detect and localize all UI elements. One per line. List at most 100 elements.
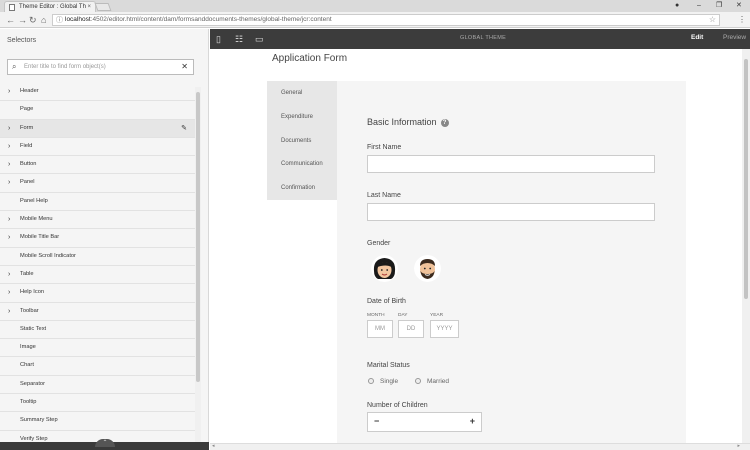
back-icon[interactable]: ←: [6, 14, 15, 26]
selector-item-label: Mobile Title Bar: [20, 234, 60, 241]
selector-item[interactable]: Panel Help: [0, 193, 195, 212]
scrollbar-thumb[interactable]: [744, 59, 748, 299]
form-tab[interactable]: Documents: [267, 129, 337, 153]
chevron-right-icon[interactable]: ›: [8, 229, 10, 246]
tab-close-icon[interactable]: ×: [87, 2, 91, 12]
selector-item[interactable]: › Form ✎: [0, 119, 195, 138]
chevron-right-icon[interactable]: ›: [8, 284, 10, 301]
chevron-right-icon[interactable]: ›: [8, 211, 10, 228]
chevron-right-icon[interactable]: ›: [8, 83, 10, 100]
marital-status-label: Marital Status: [367, 362, 410, 369]
selector-item[interactable]: › Help Icon: [0, 284, 195, 303]
selector-item[interactable]: › Field: [0, 138, 195, 157]
children-label: Number of Children: [367, 402, 428, 409]
scrollbar-thumb[interactable]: [196, 92, 200, 382]
editor-toolbar: ▯ ☷ ▭ GLOBAL THEME Edit Preview: [210, 29, 750, 49]
decrement-button[interactable]: −: [374, 416, 379, 426]
selector-item[interactable]: › Mobile Title Bar: [0, 229, 195, 248]
url-field[interactable]: ⓘ localhost:4502/editor.html/content/dam…: [52, 14, 720, 26]
account-icon[interactable]: ●: [675, 0, 679, 11]
dob-year-field[interactable]: YYYY: [430, 320, 459, 338]
last-name-field[interactable]: [367, 203, 655, 221]
browser-tab-bar: Theme Editor : Global Th × ● – ❐ ✕: [0, 0, 750, 12]
form-tab[interactable]: General: [267, 81, 337, 105]
edit-mode-button[interactable]: Edit: [691, 34, 703, 41]
collapse-handle-icon[interactable]: ⌃: [95, 439, 115, 447]
help-icon[interactable]: ?: [440, 118, 449, 127]
selector-item[interactable]: Page: [0, 101, 195, 120]
male-avatar-icon[interactable]: [414, 255, 441, 282]
selector-item[interactable]: › Header: [0, 83, 195, 102]
canvas-horizontal-scrollbar[interactable]: ◂ ▸: [210, 443, 750, 450]
radio-single-label: Single: [380, 378, 399, 385]
close-window-icon[interactable]: ✕: [736, 0, 742, 11]
reload-icon[interactable]: ↻: [29, 14, 37, 26]
selector-item-label: Form: [20, 124, 34, 131]
edit-pencil-icon[interactable]: ✎: [181, 120, 187, 137]
home-icon[interactable]: ⌂: [41, 14, 46, 26]
browser-tab-title: Theme Editor : Global Th: [19, 4, 86, 10]
dob-month-field[interactable]: MM: [367, 320, 393, 338]
selector-item[interactable]: › Mobile Menu: [0, 211, 195, 230]
radio-married[interactable]: Married: [415, 378, 449, 385]
radio-single[interactable]: Single: [368, 378, 398, 385]
selector-item[interactable]: Chart: [0, 357, 195, 376]
selector-list-scrollbar[interactable]: [195, 87, 201, 450]
selector-search-input[interactable]: ⌕ Enter title to find form object(s) ✕: [7, 59, 194, 75]
selector-item[interactable]: › Panel: [0, 174, 195, 193]
selector-item[interactable]: › Toolbar: [0, 303, 195, 321]
chevron-right-icon[interactable]: ›: [8, 303, 10, 320]
form-canvas: Application Form General Expenditure Docum…: [210, 49, 742, 443]
female-avatar-icon[interactable]: [371, 255, 398, 282]
maximize-icon[interactable]: ❐: [716, 0, 722, 11]
selector-item[interactable]: › Button: [0, 156, 195, 175]
form-tab[interactable]: Communication: [267, 152, 337, 176]
selector-item[interactable]: Image: [0, 339, 195, 358]
properties-icon[interactable]: ☷: [235, 33, 243, 45]
first-name-label: First Name: [367, 144, 402, 151]
chevron-right-icon[interactable]: ›: [8, 138, 10, 155]
increment-button[interactable]: +: [470, 416, 475, 426]
selector-item[interactable]: Separator: [0, 376, 195, 395]
browser-tab[interactable]: Theme Editor : Global Th ×: [4, 1, 96, 12]
scroll-left-icon[interactable]: ◂: [212, 443, 215, 449]
chevron-right-icon[interactable]: ›: [8, 174, 10, 191]
search-placeholder: Enter title to find form object(s): [24, 64, 106, 70]
selectors-title: Selectors: [7, 37, 37, 44]
chevron-right-icon[interactable]: ›: [8, 266, 10, 283]
scroll-right-icon[interactable]: ▸: [737, 443, 740, 449]
selector-item[interactable]: Mobile Scroll Indicator: [0, 248, 195, 266]
selector-item[interactable]: Summary Step: [0, 412, 195, 431]
form-tab[interactable]: Expenditure: [267, 105, 337, 129]
selector-item-label: Verify Step: [20, 435, 48, 442]
selector-list: › Header Page › Form ✎ › Field › Button › Panel Pane…: [0, 83, 195, 450]
annotations-icon[interactable]: ▭: [255, 33, 264, 45]
selector-item-label: Separator: [20, 380, 45, 387]
form-tab[interactable]: Confirmation: [267, 176, 337, 200]
selector-item-label: Panel: [20, 179, 35, 186]
gender-label: Gender: [367, 240, 391, 247]
forward-icon[interactable]: →: [18, 14, 27, 26]
toggle-side-panel-icon[interactable]: ▯: [216, 33, 221, 45]
browser-menu-icon[interactable]: ⋮: [738, 14, 746, 26]
selector-item[interactable]: Static Text: [0, 321, 195, 340]
selectors-panel: Selectors ⌕ Enter title to find form obj…: [0, 29, 209, 450]
preview-mode-button[interactable]: Preview: [723, 34, 746, 41]
selector-item[interactable]: › Table: [0, 266, 195, 285]
dob-day-caption: DAY: [398, 313, 408, 318]
minimize-icon[interactable]: –: [697, 0, 701, 11]
children-stepper[interactable]: − +: [367, 412, 482, 432]
selector-item[interactable]: Tooltip: [0, 394, 195, 413]
chevron-right-icon[interactable]: ›: [8, 156, 10, 173]
dob-day-field[interactable]: DD: [398, 320, 424, 338]
search-icon: ⌕: [12, 62, 17, 71]
chevron-right-icon[interactable]: ›: [8, 120, 10, 137]
clear-search-icon[interactable]: ✕: [181, 60, 188, 74]
canvas-vertical-scrollbar[interactable]: [742, 49, 750, 443]
first-name-field[interactable]: [367, 155, 655, 173]
selector-item-label: Table: [20, 270, 34, 277]
bookmark-star-icon[interactable]: ☆: [709, 15, 716, 25]
theme-name: GLOBAL THEME: [460, 35, 507, 41]
radio-married-label: Married: [427, 378, 450, 385]
new-tab-button[interactable]: [94, 3, 112, 11]
